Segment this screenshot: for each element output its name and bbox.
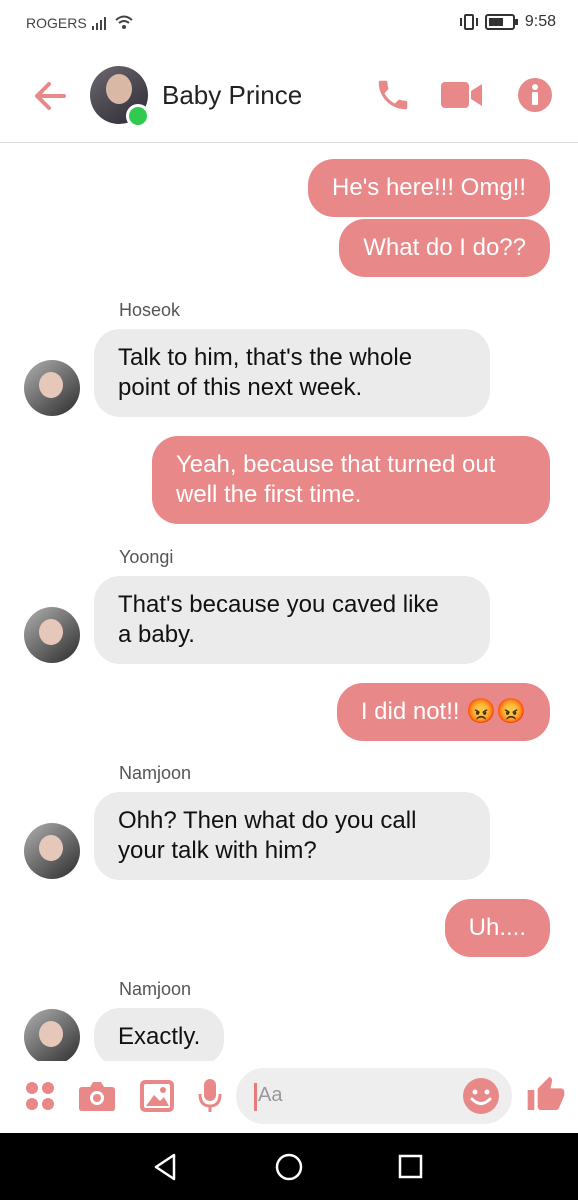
sender-name: Namjoon xyxy=(119,763,192,783)
camera-icon[interactable] xyxy=(78,1080,116,1112)
my-message-bubble[interactable]: He's here!!! Omg!! xyxy=(308,159,550,217)
gallery-icon[interactable] xyxy=(139,1079,175,1113)
my-message-bubble[interactable]: Uh.... xyxy=(444,899,550,957)
their-message-bubble[interactable]: That's because you caved like a baby. xyxy=(94,576,490,664)
sender-avatar[interactable] xyxy=(24,360,80,416)
sender-name: Hoseok xyxy=(119,300,181,320)
sender-name: Yoongi xyxy=(119,547,174,567)
microphone-icon[interactable] xyxy=(198,1078,222,1114)
home-nav-icon[interactable] xyxy=(274,1152,304,1182)
emoji-icon[interactable] xyxy=(462,1077,500,1115)
sender-name: Namjoon xyxy=(119,979,192,999)
status-right: 9:58 xyxy=(459,12,556,32)
system-nav-bar xyxy=(0,1133,578,1200)
contact-name[interactable]: Baby Prince xyxy=(162,80,302,111)
my-message-bubble[interactable]: Yeah, because that turned out well the f… xyxy=(152,436,550,524)
vibrate-icon xyxy=(459,14,478,30)
message-placeholder: Aa xyxy=(258,1084,283,1106)
recents-nav-icon[interactable] xyxy=(398,1154,424,1180)
phone-icon[interactable] xyxy=(374,76,412,114)
my-message-bubble[interactable]: I did not!! 😡😡 xyxy=(336,683,550,741)
their-message-bubble[interactable]: Exactly. xyxy=(94,1008,225,1061)
conversation-header: Baby Prince xyxy=(0,48,578,143)
video-call-icon[interactable] xyxy=(440,80,484,110)
message-list[interactable]: He's here!!! Omg!! What do I do?? Hoseok… xyxy=(0,143,578,1061)
more-actions-icon[interactable] xyxy=(24,1080,56,1112)
their-message-bubble[interactable]: Ohh? Then what do you call your talk wit… xyxy=(94,792,490,880)
battery-icon xyxy=(484,14,518,30)
back-arrow-icon[interactable] xyxy=(32,78,68,114)
sender-avatar[interactable] xyxy=(24,607,80,663)
carrier-label: ROGERS xyxy=(26,15,87,31)
sender-avatar[interactable] xyxy=(24,1009,80,1061)
their-message-bubble[interactable]: Talk to him, that's the whole point of t… xyxy=(94,329,490,417)
composer-bar: Aa xyxy=(0,1061,578,1133)
info-icon[interactable] xyxy=(517,77,553,113)
online-indicator xyxy=(126,104,150,128)
message-input[interactable]: Aa xyxy=(236,1068,512,1124)
signal-wifi-icon xyxy=(92,15,133,30)
thumbs-up-icon[interactable] xyxy=(526,1075,566,1115)
sender-avatar[interactable] xyxy=(24,823,80,879)
text-cursor xyxy=(254,1083,257,1111)
my-message-bubble[interactable]: What do I do?? xyxy=(339,219,550,277)
clock: 9:58 xyxy=(524,13,556,30)
status-bar: ROGERS 9:58 xyxy=(0,0,578,48)
back-nav-icon[interactable] xyxy=(152,1153,178,1181)
